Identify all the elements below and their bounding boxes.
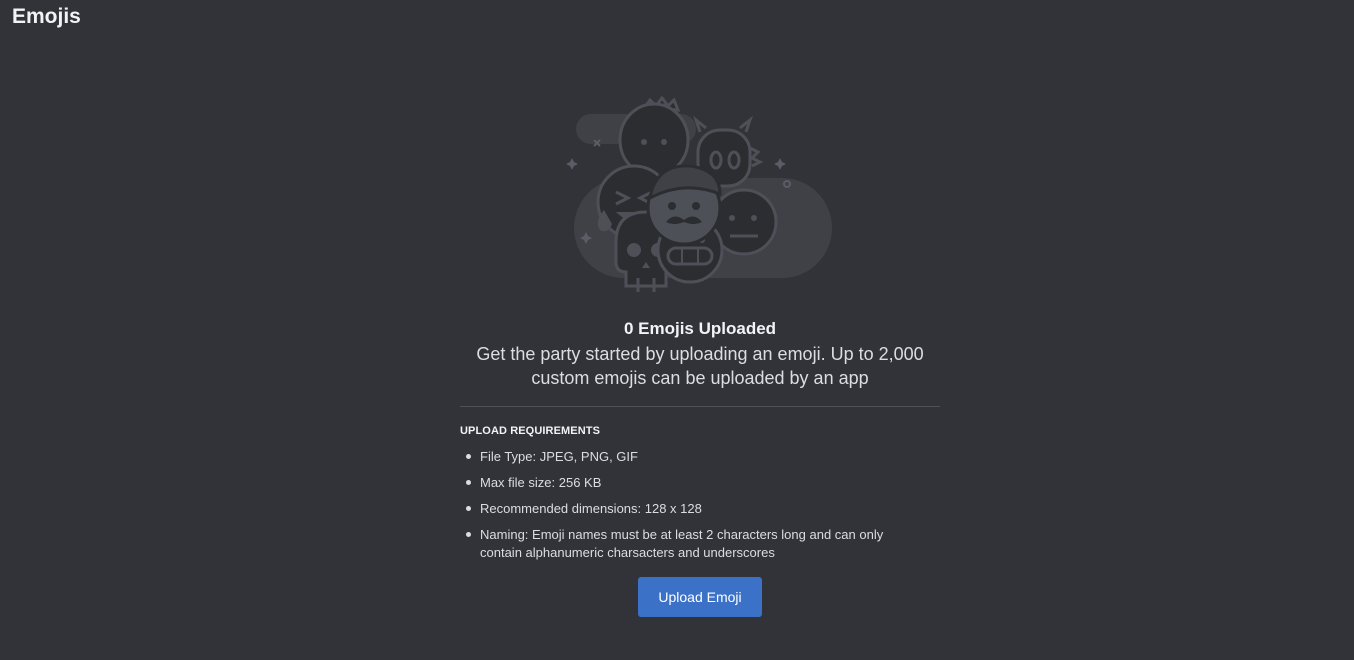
- page-title: Emojis: [12, 5, 81, 28]
- emoji-group-illustration: [560, 92, 840, 302]
- requirement-max-size: Max file size: 256 KB: [460, 474, 920, 492]
- requirement-text: Naming: Emoji names must be at least 2 c…: [480, 527, 884, 560]
- upload-emoji-button[interactable]: Upload Emoji: [638, 577, 762, 617]
- requirement-text: Max file size: 256 KB: [480, 475, 602, 490]
- bullet-icon: [466, 454, 471, 459]
- requirement-dimensions: Recommended dimensions: 128 x 128: [460, 500, 920, 518]
- requirements-list: File Type: JPEG, PNG, GIF Max file size:…: [460, 448, 940, 562]
- requirement-naming: Naming: Emoji names must be at least 2 c…: [460, 526, 920, 562]
- bullet-icon: [466, 506, 471, 511]
- emojis-page: Emojis 0 Emojis Uploaded Get the party s…: [0, 0, 1354, 660]
- empty-state-description: Get the party started by uploading an em…: [476, 344, 924, 388]
- empty-state-heading: 0 Emojis Uploaded: [623, 319, 777, 338]
- requirement-text: File Type: JPEG, PNG, GIF: [480, 449, 638, 464]
- requirement-file-type: File Type: JPEG, PNG, GIF: [460, 448, 920, 466]
- requirement-text: Recommended dimensions: 128 x 128: [480, 501, 702, 516]
- empty-state: 0 Emojis Uploaded Get the party started …: [460, 318, 940, 390]
- requirements-heading: UPLOAD REQUIREMENTS: [460, 425, 601, 437]
- bullet-icon: [466, 532, 471, 537]
- bullet-icon: [466, 480, 471, 485]
- divider: [460, 406, 940, 407]
- upload-requirements: UPLOAD REQUIREMENTS File Type: JPEG, PNG…: [460, 424, 940, 570]
